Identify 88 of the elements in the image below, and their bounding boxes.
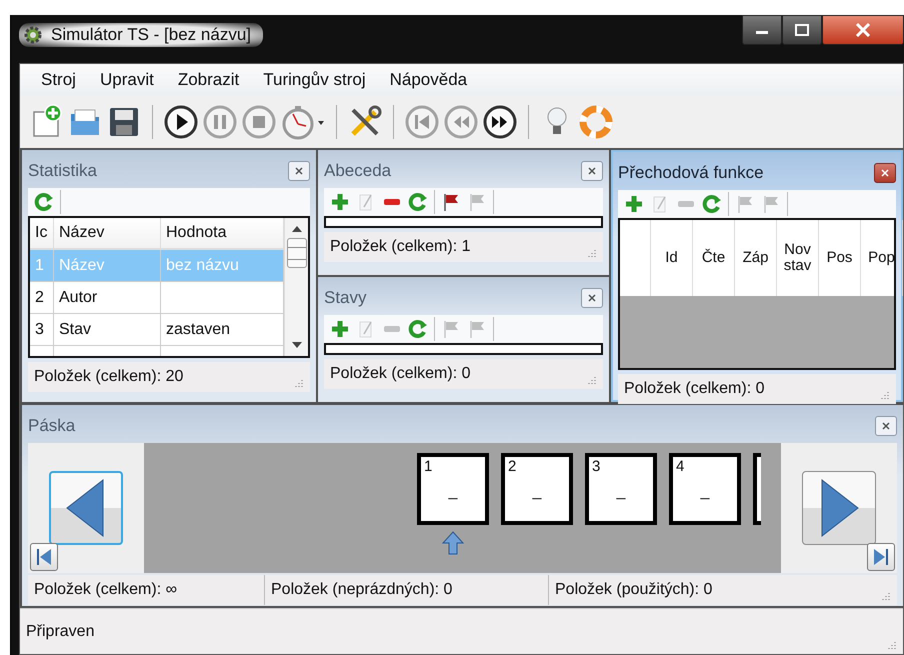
cell-symbol: _ — [615, 483, 626, 501]
menu-item[interactable]: Zobrazit — [168, 70, 248, 90]
table-cell: Autor — [54, 282, 161, 313]
plus-icon[interactable] — [330, 192, 350, 212]
close-icon — [587, 166, 597, 176]
minimize-button[interactable] — [742, 15, 782, 45]
close-icon — [855, 23, 871, 37]
table-cell: 1 — [30, 250, 54, 281]
scroll-left-button[interactable] — [49, 471, 123, 545]
plus-icon[interactable] — [330, 319, 350, 339]
cell-index: 2 — [508, 458, 516, 475]
gear-icon — [23, 25, 43, 45]
skip-back-icon — [36, 548, 52, 566]
tape-cell[interactable]: 2 _ — [501, 453, 573, 525]
refresh-icon[interactable] — [34, 192, 54, 212]
close-button[interactable] — [822, 15, 904, 45]
tape-cell[interactable] — [753, 453, 761, 525]
list-box[interactable] — [324, 343, 603, 355]
refresh-icon[interactable] — [702, 194, 722, 214]
cell-index: 4 — [676, 458, 684, 475]
close-button[interactable] — [581, 288, 603, 308]
close-icon — [587, 293, 597, 303]
close-icon — [880, 168, 890, 178]
resize-grip-icon — [887, 640, 897, 650]
cell-index: 1 — [424, 458, 432, 475]
lifebuoy-icon[interactable] — [578, 104, 614, 140]
scroll-up-icon[interactable] — [292, 226, 302, 232]
status-text: Položek (celkem): 1 — [330, 238, 470, 256]
status-text: Položek (celkem): 20 — [34, 368, 184, 386]
status-text: Připraven — [26, 622, 94, 640]
status-text: Položek (celkem): 0 — [330, 365, 470, 383]
scroll-right-button[interactable] — [802, 471, 876, 545]
table-cell: 2 — [30, 282, 54, 313]
panel-title: Statistika — [28, 161, 97, 181]
panel-title: Abeceda — [324, 161, 392, 181]
table-row[interactable]: 2 Autor — [30, 282, 284, 314]
cell-symbol: _ — [447, 483, 458, 501]
cell-index: 3 — [592, 458, 600, 475]
maximize-icon — [794, 24, 810, 36]
table-row[interactable]: 3 Stav zastaven — [30, 314, 284, 346]
menu-item[interactable]: Stroj — [32, 70, 85, 90]
window-title: Simulátor TS - [bez názvu] — [51, 25, 251, 45]
close-button[interactable] — [288, 161, 310, 181]
table-cell: 3 — [30, 314, 54, 345]
refresh-icon[interactable] — [408, 192, 428, 212]
scrollbar[interactable] — [284, 218, 308, 356]
stopwatch-icon[interactable] — [280, 104, 326, 140]
close-button[interactable] — [874, 163, 896, 183]
menu-item[interactable]: Turingův stroj — [254, 70, 375, 90]
panel-title: Páska — [28, 416, 76, 436]
status-text: Položek (použitých): 0 — [554, 580, 714, 600]
play-button[interactable] — [163, 104, 199, 140]
close-icon — [881, 421, 891, 431]
column-header[interactable]: Ic — [30, 218, 54, 248]
refresh-icon[interactable] — [408, 319, 428, 339]
tape-cell[interactable]: 1 _ — [417, 453, 489, 525]
cell-symbol: _ — [531, 483, 542, 501]
table-cell: Název — [54, 250, 161, 281]
panel-title: Stavy — [324, 288, 367, 308]
plus-icon[interactable] — [624, 194, 644, 214]
close-icon — [294, 166, 304, 176]
tape-head-arrow-icon — [441, 531, 465, 555]
cell-symbol: _ — [699, 483, 710, 501]
menu-item[interactable]: Upravit — [90, 70, 163, 90]
resize-grip-icon — [881, 591, 891, 601]
panel-title: Přechodová funkce — [618, 163, 764, 183]
close-button[interactable] — [875, 416, 897, 436]
fast-forward-button[interactable] — [482, 104, 518, 140]
column-header[interactable]: Název — [54, 218, 161, 248]
resize-grip-icon — [880, 390, 890, 400]
menu-item[interactable]: Nápověda — [380, 70, 476, 90]
status-text: Položek (neprázdných): 0 — [265, 575, 549, 605]
jump-to-start-button[interactable] — [30, 543, 58, 571]
jump-to-end-button[interactable] — [867, 543, 895, 571]
resize-grip-icon — [587, 248, 597, 258]
close-button[interactable] — [581, 161, 603, 181]
tape-cell[interactable]: 4 _ — [669, 453, 741, 525]
scroll-down-icon[interactable] — [292, 342, 302, 348]
skip-forward-icon — [873, 548, 889, 566]
status-text: Položek (celkem): 0 — [624, 380, 764, 398]
list-box[interactable] — [324, 216, 603, 228]
scrollbar-thumb[interactable] — [286, 238, 306, 268]
table-cell: Stav — [54, 314, 161, 345]
resize-grip-icon — [587, 375, 597, 385]
tape-cell[interactable]: 3 _ — [585, 453, 657, 525]
maximize-button[interactable] — [782, 15, 822, 45]
resize-grip-icon — [294, 378, 304, 388]
status-text: Položek (celkem): ∞ — [28, 575, 265, 605]
